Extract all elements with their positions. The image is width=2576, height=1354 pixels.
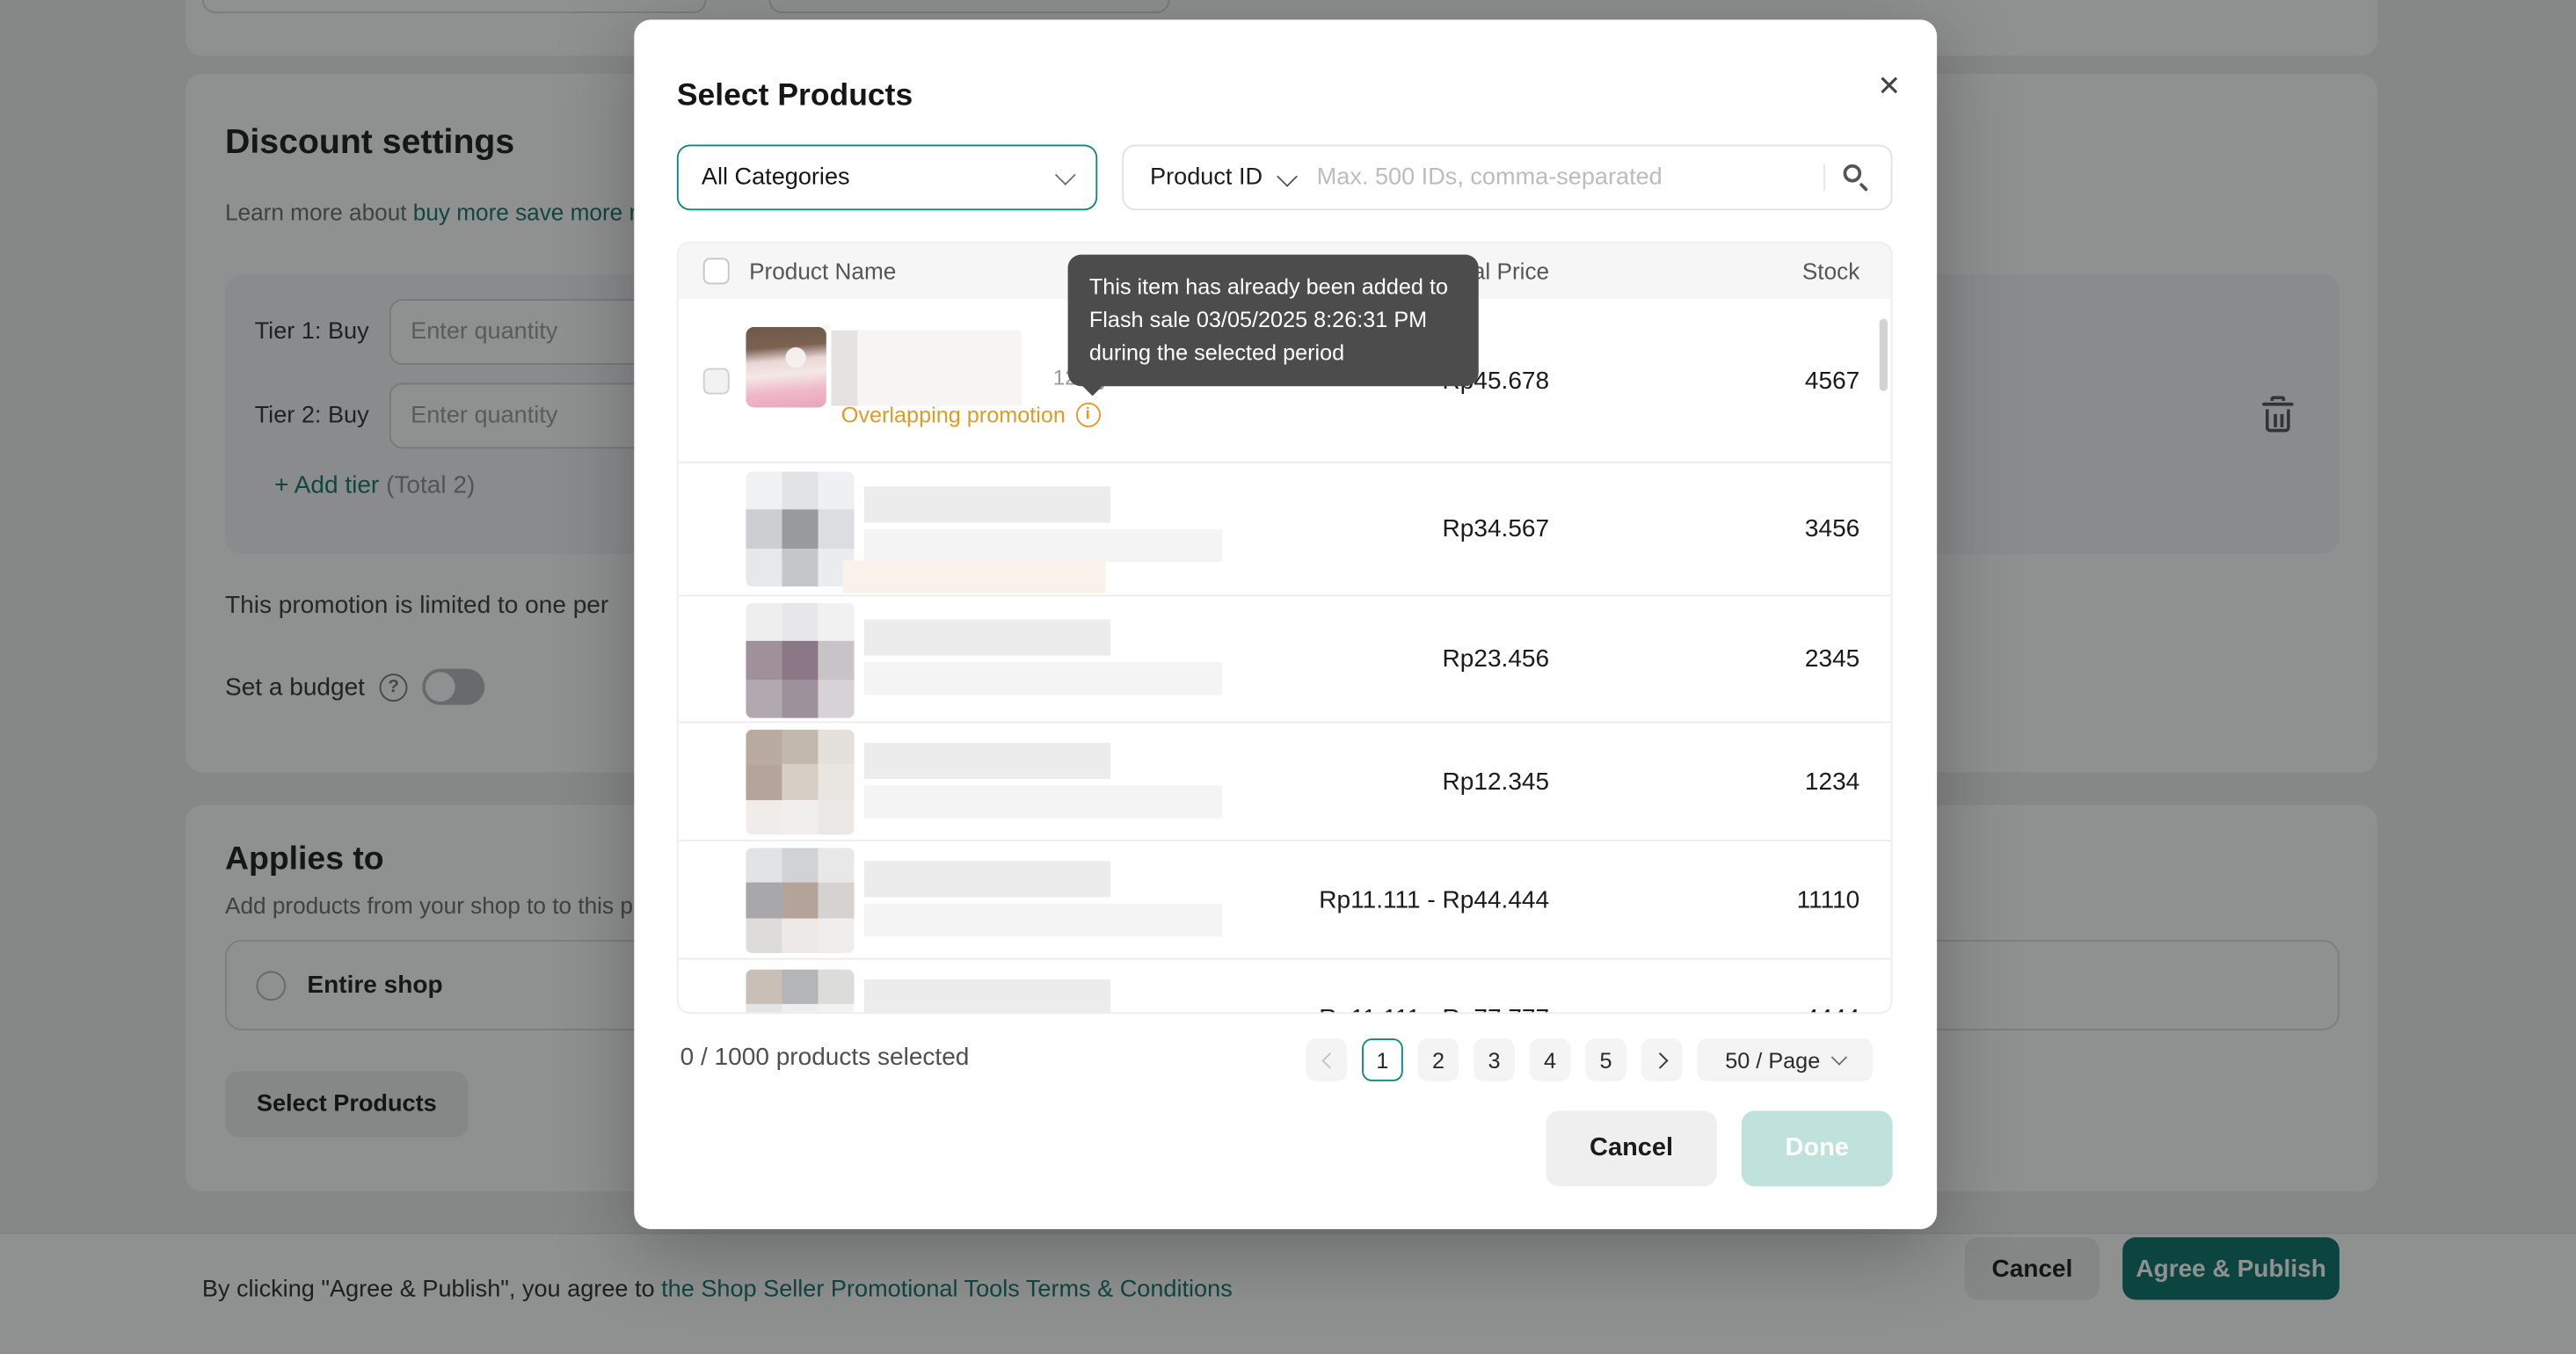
modal-cancel-button[interactable]: Cancel <box>1546 1110 1716 1186</box>
selection-summary: 0 / 1000 products selected <box>680 1044 970 1072</box>
chevron-left-icon <box>1321 1052 1336 1068</box>
table-scrollbar[interactable] <box>1880 319 1888 391</box>
price-cell: Rp23.456 <box>1443 645 1550 673</box>
stock-cell: 3456 <box>1805 515 1859 543</box>
price-cell: Rp11.111 - Rp44.444 <box>1319 885 1549 914</box>
search-group: Product ID <box>1122 144 1892 210</box>
blurred-product-name <box>832 331 858 406</box>
table-row[interactable]: Rp34.567 3456 <box>679 463 1891 596</box>
table-row[interactable]: Rp12.345 1234 <box>679 723 1891 841</box>
page-button-4[interactable]: 4 <box>1530 1038 1571 1081</box>
pagination: 1 2 3 4 5 50 / Page <box>1306 1038 1874 1081</box>
blurred-product-tag <box>843 560 1106 593</box>
blurred-product-image <box>746 603 854 718</box>
info-icon[interactable]: i <box>1075 403 1100 427</box>
blurred-product-name <box>864 979 1222 1014</box>
select-all-checkbox[interactable] <box>703 258 730 284</box>
input-divider <box>1823 164 1825 191</box>
page-button-1[interactable]: 1 <box>1362 1038 1403 1081</box>
flash-sale-tooltip: This item has already been added to Flas… <box>1068 255 1479 386</box>
table-row[interactable]: Rp11.111 - Rp44.444 11110 <box>679 841 1891 960</box>
overlapping-promotion-warning: Overlapping promotion i <box>841 403 1100 427</box>
col-product-name: Product Name <box>749 258 896 284</box>
tooltip-arrow <box>1081 384 1104 396</box>
search-icon[interactable] <box>1842 163 1872 193</box>
page-size-value: 50 / Page <box>1725 1047 1820 1072</box>
chevron-down-icon <box>1830 1049 1846 1066</box>
blurred-product-name <box>864 861 1222 943</box>
table-row[interactable]: Rp23.456 2345 <box>679 596 1891 723</box>
screen: Discount settings Learn more about buy m… <box>0 0 2576 1354</box>
row-checkbox[interactable] <box>703 368 730 395</box>
product-id-search-input[interactable] <box>1317 164 1823 191</box>
blurred-product-image <box>746 730 854 835</box>
product-image <box>746 327 826 408</box>
table-row[interactable]: Rp11.111 - Rp77.777 4444 <box>679 959 1891 1014</box>
blurred-product-image <box>746 471 854 586</box>
modal-done-button[interactable]: Done <box>1742 1110 1893 1186</box>
category-filter-value: All Categories <box>702 164 850 191</box>
col-stock: Stock <box>1802 258 1859 284</box>
search-type-select[interactable]: Product ID <box>1150 164 1263 191</box>
stage: Discount settings Learn more about buy m… <box>0 0 2576 1354</box>
chevron-right-icon <box>1651 1052 1667 1068</box>
stock-cell: 2345 <box>1805 645 1859 673</box>
stock-cell: 4444 <box>1805 1005 1859 1014</box>
close-icon[interactable]: ✕ <box>1877 72 1901 100</box>
category-filter-select[interactable]: All Categories <box>677 144 1097 210</box>
page-button-3[interactable]: 3 <box>1474 1038 1515 1081</box>
stock-cell: 11110 <box>1797 885 1860 914</box>
chevron-down-icon <box>1276 165 1297 186</box>
next-page-button[interactable] <box>1641 1038 1683 1081</box>
blurred-product-name <box>857 331 1022 406</box>
chevron-down-icon <box>1055 164 1076 185</box>
price-cell: Rp12.345 <box>1443 768 1550 796</box>
blurred-product-name <box>864 620 1222 712</box>
stock-cell: 1234 <box>1805 768 1859 796</box>
select-products-modal: Select Products ✕ All Categories Product… <box>634 19 1937 1229</box>
tooltip-text: This item has already been added to Flas… <box>1089 274 1448 365</box>
modal-title: Select Products <box>677 79 913 115</box>
page-size-select[interactable]: 50 / Page <box>1697 1038 1873 1081</box>
blurred-product-image <box>746 970 854 1014</box>
blurred-product-name <box>864 743 1222 825</box>
warning-label: Overlapping promotion <box>841 403 1066 427</box>
page-button-2[interactable]: 2 <box>1418 1038 1459 1081</box>
price-cell: Rp11.111 - Rp77.777 <box>1319 1005 1549 1014</box>
stock-cell: 4567 <box>1805 367 1859 395</box>
price-cell: Rp34.567 <box>1443 515 1550 543</box>
prev-page-button[interactable] <box>1306 1038 1348 1081</box>
page-button-5[interactable]: 5 <box>1585 1038 1626 1081</box>
blurred-product-image <box>746 848 854 953</box>
